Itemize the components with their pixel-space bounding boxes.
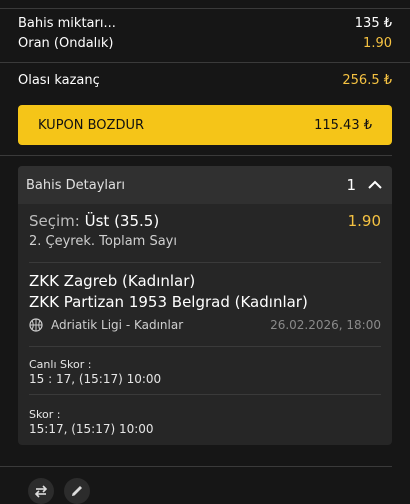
bet-details-panel: Bahis Detayları 1 Seçim: Üst (35.5) 1.90…: [18, 166, 392, 445]
swap-button[interactable]: [28, 478, 54, 504]
bet-count: 1: [346, 176, 356, 194]
swap-icon: [34, 485, 48, 498]
bet-details-header[interactable]: Bahis Detayları 1: [18, 166, 392, 204]
score-divider: [29, 394, 381, 395]
odds-row: Oran (Ondalık) 1.90: [18, 36, 392, 51]
edit-button[interactable]: [64, 478, 90, 504]
basketball-icon: [29, 318, 43, 332]
selection-divider: [29, 262, 381, 263]
top-divider: [0, 0, 410, 9]
odds-value: 1.90: [363, 36, 392, 51]
potential-win-row: Olası kazanç 256.5 ₺: [18, 73, 392, 88]
section-divider: [0, 155, 392, 156]
cashout-amount: 115.43 ₺: [314, 117, 372, 133]
summary-divider: [0, 62, 410, 63]
selection-value: Üst (35.5): [84, 212, 160, 230]
away-team: ZKK Partizan 1953 Belgrad (Kadınlar): [29, 293, 308, 311]
home-team: ZKK Zagreb (Kadınlar): [29, 272, 196, 290]
live-score-label: Canlı Skor :: [29, 358, 92, 371]
bet-details-title: Bahis Detayları: [26, 177, 125, 193]
potential-win-value: 256.5 ₺: [342, 73, 392, 88]
league-name: Adriatik Ligi - Kadınlar: [51, 318, 184, 332]
selection-label: Seçim:: [29, 212, 80, 230]
footer-divider: [0, 466, 392, 467]
potential-win-label: Olası kazanç: [18, 73, 100, 88]
stake-label: Bahis miktarı...: [18, 16, 116, 31]
odds-label: Oran (Ondalık): [18, 36, 114, 51]
score-label: Skor :: [29, 408, 61, 421]
league-row: Adriatik Ligi - Kadınlar 26.02.2026, 18:…: [29, 318, 381, 332]
chevron-up-icon[interactable]: [366, 176, 384, 194]
live-score-value: 15 : 17, (15:17) 10:00: [29, 372, 162, 386]
selection-row: Seçim: Üst (35.5) 1.90: [29, 212, 381, 230]
cashout-button[interactable]: KUPON BOZDUR 115.43 ₺: [18, 105, 392, 145]
league-divider: [29, 346, 381, 347]
market-name: 2. Çeyrek. Toplam Sayı: [29, 234, 177, 249]
stake-row: Bahis miktarı... 135 ₺: [18, 16, 392, 31]
event-datetime: 26.02.2026, 18:00: [270, 318, 381, 332]
cashout-label: KUPON BOZDUR: [38, 117, 145, 133]
selection-odds: 1.90: [347, 212, 381, 230]
edit-icon: [72, 486, 82, 496]
score-value: 15:17, (15:17) 10:00: [29, 422, 154, 436]
stake-value: 135 ₺: [354, 16, 392, 31]
